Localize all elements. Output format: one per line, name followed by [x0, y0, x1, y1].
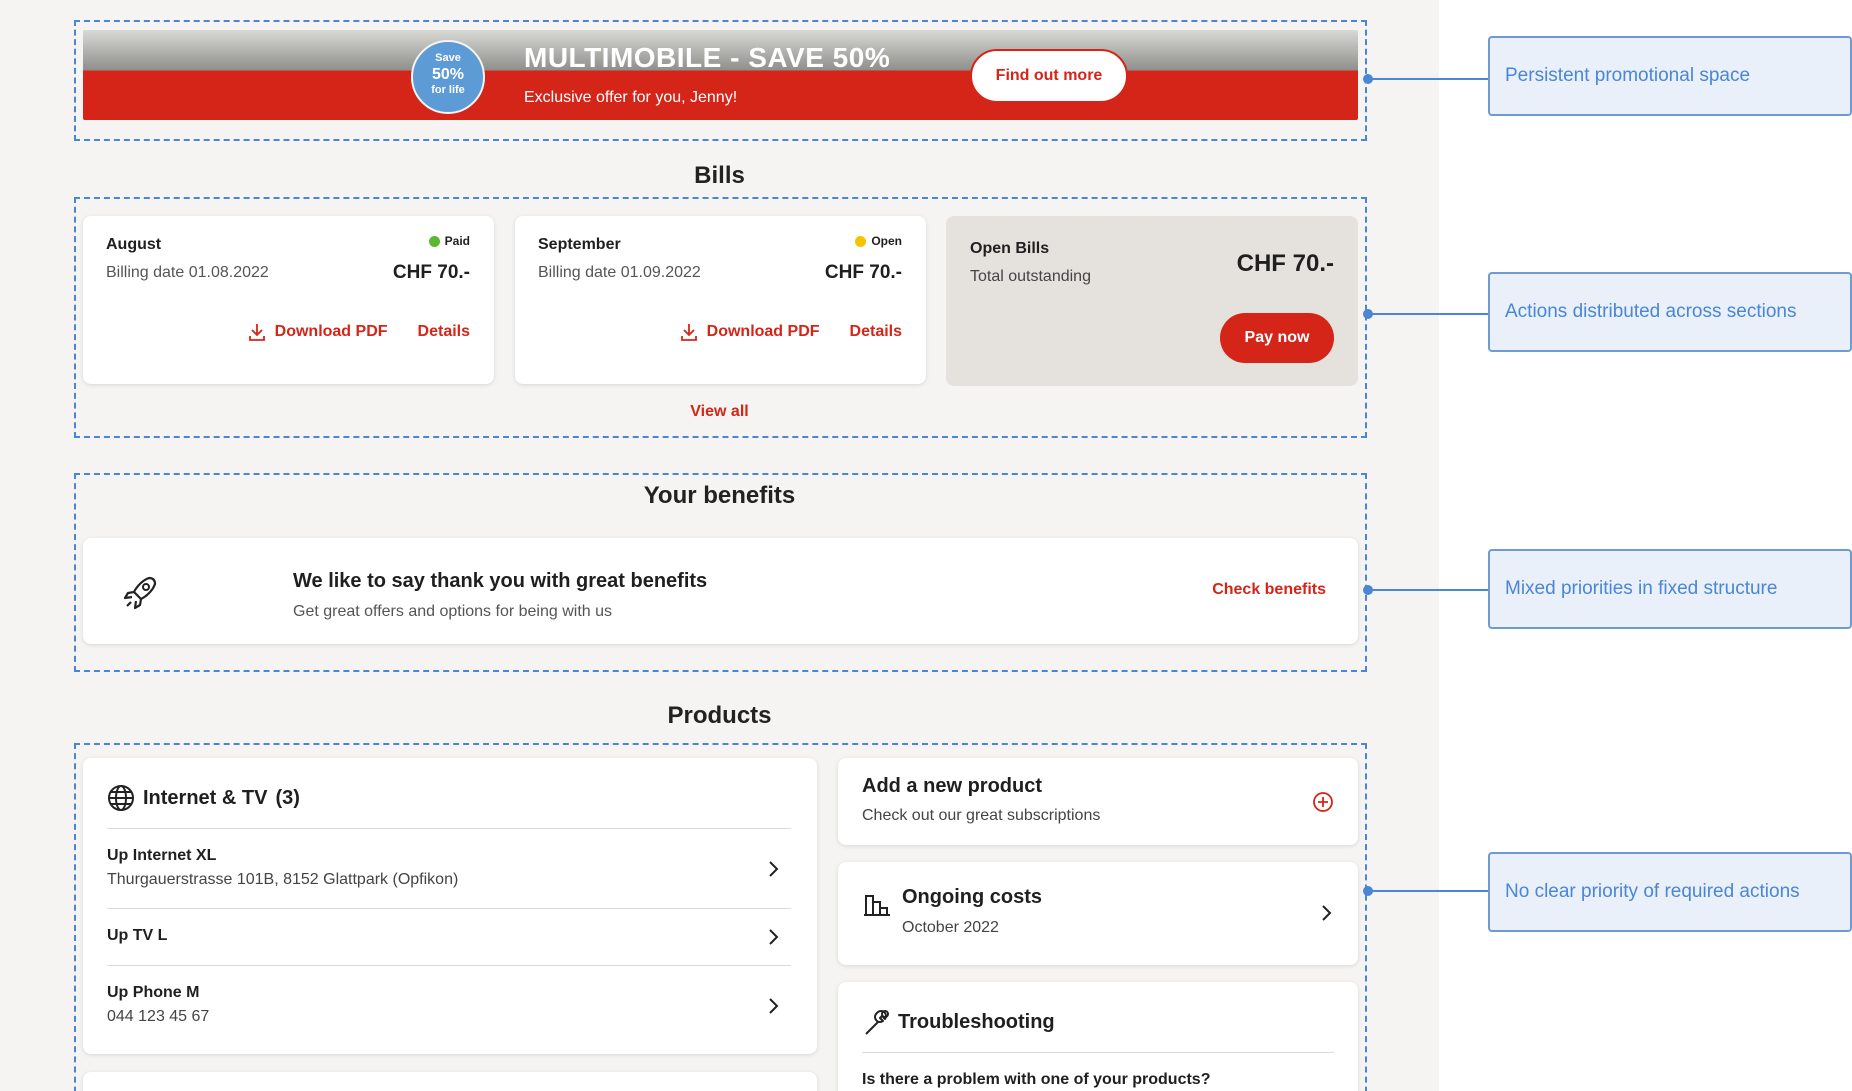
- download-pdf-label: Download PDF: [706, 323, 820, 340]
- sticker-top-text: Save: [435, 52, 461, 64]
- open-bills-card: Open Bills Total outstanding CHF 70.- Pa…: [946, 216, 1358, 386]
- check-benefits-link[interactable]: Check benefits: [1212, 581, 1326, 599]
- product-name: Up Phone M: [107, 984, 200, 1001]
- view-all-link[interactable]: View all: [0, 403, 1439, 421]
- status-label: Paid: [444, 234, 470, 248]
- status-label: Open: [871, 234, 902, 248]
- ongoing-costs-subtitle: October 2022: [902, 919, 999, 936]
- bill-card-august: August Billing date 01.08.2022 Paid CHF …: [83, 216, 494, 384]
- annotation-promo: Persistent promotional space: [1488, 36, 1852, 116]
- tools-icon: [865, 1010, 889, 1035]
- promo-subtitle: Exclusive offer for you, Jenny!: [524, 89, 738, 106]
- open-bills-title: Open Bills: [970, 240, 1050, 257]
- rocket-icon: [123, 576, 157, 610]
- bill-date: Billing date 01.09.2022: [538, 264, 701, 281]
- info-circle-icon: [855, 235, 867, 247]
- group-count: (3): [275, 786, 300, 809]
- troubleshooting-title: Troubleshooting: [898, 1011, 1055, 1033]
- promo-banner[interactable]: MULTIMOBILE - SAVE 50% Exclusive offer f…: [83, 30, 1358, 120]
- download-pdf-link[interactable]: Download PDF: [247, 322, 388, 342]
- bill-date: Billing date 01.08.2022: [106, 264, 269, 281]
- troubleshooting-question[interactable]: Is there a problem with one of your prod…: [862, 1071, 1210, 1089]
- benefits-card: We like to say thank you with great bene…: [83, 538, 1358, 644]
- annotation-required-actions: No clear priority of required actions: [1488, 852, 1852, 932]
- bills-title: Bills: [694, 162, 745, 189]
- add-product-subtitle: Check out our great subscriptions: [862, 807, 1101, 824]
- bill-month: August: [106, 236, 162, 253]
- pay-now-button[interactable]: Pay now: [1220, 313, 1334, 363]
- annotation-line: [1368, 78, 1488, 80]
- download-pdf-label: Download PDF: [274, 323, 388, 340]
- plus-circle-icon: [1313, 792, 1333, 812]
- chevron-right-icon: [769, 998, 779, 1014]
- check-circle-icon: [428, 235, 440, 247]
- globe-icon: [108, 785, 134, 811]
- download-icon: [680, 324, 697, 341]
- annotation-line: [1368, 890, 1488, 892]
- bill-amount: CHF 70.-: [824, 262, 902, 283]
- troubleshooting-card: Troubleshooting Is there a problem with …: [838, 982, 1358, 1091]
- internet-tv-card: Internet & TV (3) Up Internet XL Thurgau…: [83, 758, 817, 1054]
- annotation-line: [1368, 589, 1488, 591]
- promo-sticker: Save 50% for life: [411, 40, 485, 114]
- benefits-title: Your benefits: [643, 482, 796, 509]
- find-out-more-button[interactable]: Find out more: [970, 49, 1128, 103]
- product-row-internet[interactable]: Up Internet XL Thurgauerstrasse 101B, 81…: [107, 828, 791, 908]
- product-row-tv[interactable]: Up TV L: [107, 908, 791, 965]
- status-badge: Paid: [428, 234, 470, 248]
- products-title: Products: [667, 702, 772, 729]
- internet-tv-header: Internet & TV (3): [107, 784, 300, 812]
- product-detail: 044 123 45 67: [107, 1008, 210, 1025]
- chevron-right-icon: [769, 861, 779, 877]
- chevron-right-icon: [769, 929, 779, 945]
- product-detail: Thurgauerstrasse 101B, 8152 Glattpark (O…: [107, 871, 459, 888]
- add-product-title: Add a new product: [862, 775, 1042, 797]
- annotation-line: [1368, 313, 1488, 315]
- annotation-priorities: Mixed priorities in fixed structure: [1488, 549, 1852, 629]
- open-bills-amount: CHF 70.-: [1236, 250, 1334, 277]
- bill-amount: CHF 70.-: [392, 262, 470, 283]
- group-label: Internet & TV: [143, 786, 268, 809]
- product-name: Up TV L: [107, 927, 168, 944]
- open-bills-subtitle: Total outstanding: [970, 268, 1091, 285]
- benefits-card-subtitle: Get great offers and options for being w…: [293, 603, 613, 620]
- download-pdf-link[interactable]: Download PDF: [679, 322, 820, 342]
- bill-card-september: September Billing date 01.09.2022 Open C…: [515, 216, 926, 384]
- chevron-right-icon: [1322, 905, 1332, 921]
- promo-title: MULTIMOBILE - SAVE 50%: [524, 42, 891, 73]
- annotation-actions: Actions distributed across sections: [1488, 272, 1852, 352]
- next-product-card: [83, 1072, 817, 1091]
- sticker-bottom-text: for life: [431, 84, 465, 96]
- troubleshooting-divider: [862, 1052, 1334, 1053]
- bill-month: September: [538, 236, 621, 253]
- download-icon: [248, 324, 265, 341]
- dashboard-pane: MULTIMOBILE - SAVE 50% Exclusive offer f…: [0, 0, 1439, 1091]
- status-badge: Open: [855, 234, 902, 248]
- details-link[interactable]: Details: [850, 322, 902, 342]
- product-name: Up Internet XL: [107, 847, 217, 864]
- bar-chart-icon: [864, 895, 890, 916]
- sticker-main-text: 50%: [431, 66, 465, 83]
- ongoing-costs-title: Ongoing costs: [902, 886, 1042, 908]
- add-product-card[interactable]: Add a new product Check out our great su…: [838, 758, 1358, 845]
- product-row-phone[interactable]: Up Phone M 044 123 45 67: [107, 965, 791, 1045]
- benefits-card-title: We like to say thank you with great bene…: [293, 570, 708, 592]
- ongoing-costs-card[interactable]: Ongoing costs October 2022: [838, 862, 1358, 965]
- details-link[interactable]: Details: [418, 322, 470, 342]
